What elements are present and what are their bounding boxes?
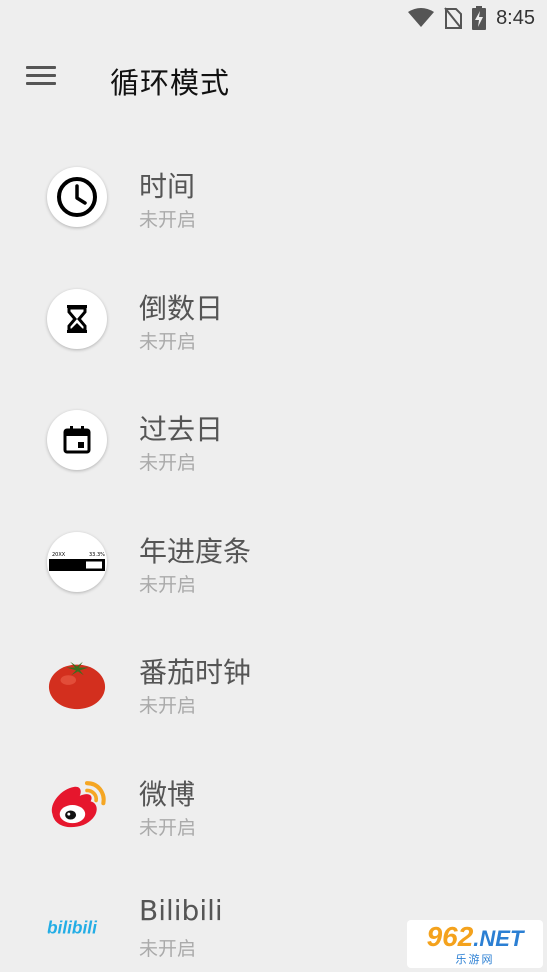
page-title: 循环模式 [110, 66, 231, 100]
list-item-past-days[interactable]: 过去日 未开启 [0, 378, 547, 500]
item-title: 倒数日 [139, 291, 224, 325]
list-item-year-progress[interactable]: 20XX 33.3% 年进度条 未开启 [0, 500, 547, 622]
list-item-countdown[interactable]: 倒数日 未开启 [0, 257, 547, 379]
item-status: 未开启 [139, 816, 197, 839]
calendar-icon [47, 410, 107, 470]
watermark-number: 962 [426, 920, 474, 952]
status-icons: 8:45 [408, 6, 535, 30]
item-title: 年进度条 [139, 534, 252, 568]
list-item-weibo[interactable]: 微博 未开启 [0, 743, 547, 865]
item-status: 未开启 [139, 573, 197, 596]
hamburger-menu-icon[interactable] [22, 62, 62, 94]
item-status: 未开启 [139, 330, 197, 353]
item-status: 未开启 [139, 452, 197, 474]
item-title: Bilibili [139, 894, 223, 927]
item-title: 时间 [139, 170, 196, 203]
wifi-icon [408, 8, 435, 27]
app-bar: 循环模式 [0, 36, 547, 120]
list-item-time[interactable]: 时间 未开启 [0, 135, 547, 257]
icon-text-right: 33.3% [89, 552, 105, 558]
status-bar: 8:45 [0, 0, 547, 36]
battery-charging-icon [472, 6, 487, 30]
item-status: 未开启 [139, 209, 197, 231]
watermark-logo-text: 962.NET [426, 920, 524, 953]
item-status: 未开启 [139, 695, 197, 717]
bilibili-icon: bilibili [47, 896, 107, 956]
watermark-net: .NET [473, 925, 524, 951]
item-status: 未开启 [139, 938, 197, 960]
item-title: 微博 [139, 777, 196, 811]
icon-text-left: 20XX [52, 552, 66, 558]
no-sim-icon [444, 7, 463, 29]
hourglass-icon [47, 288, 107, 349]
bilibili-logo-text: bilibili [47, 917, 98, 937]
mode-list: 时间 未开启 倒数日 未开启 过去日 未开启 20XX 33.3% 年进度条 未… [0, 135, 547, 972]
progress-bar-icon: 20XX 33.3% [47, 531, 107, 592]
status-time: 8:45 [496, 6, 535, 29]
item-title: 过去日 [139, 413, 224, 446]
watermark-logo: 962.NET 乐游网 [407, 920, 543, 968]
weibo-icon [47, 775, 107, 835]
watermark-subtitle: 乐游网 [455, 952, 495, 966]
list-item-pomodoro[interactable]: 番茄时钟 未开启 [0, 621, 547, 743]
tomato-icon [47, 653, 107, 713]
item-title: 番茄时钟 [139, 656, 252, 689]
clock-icon [47, 167, 107, 227]
